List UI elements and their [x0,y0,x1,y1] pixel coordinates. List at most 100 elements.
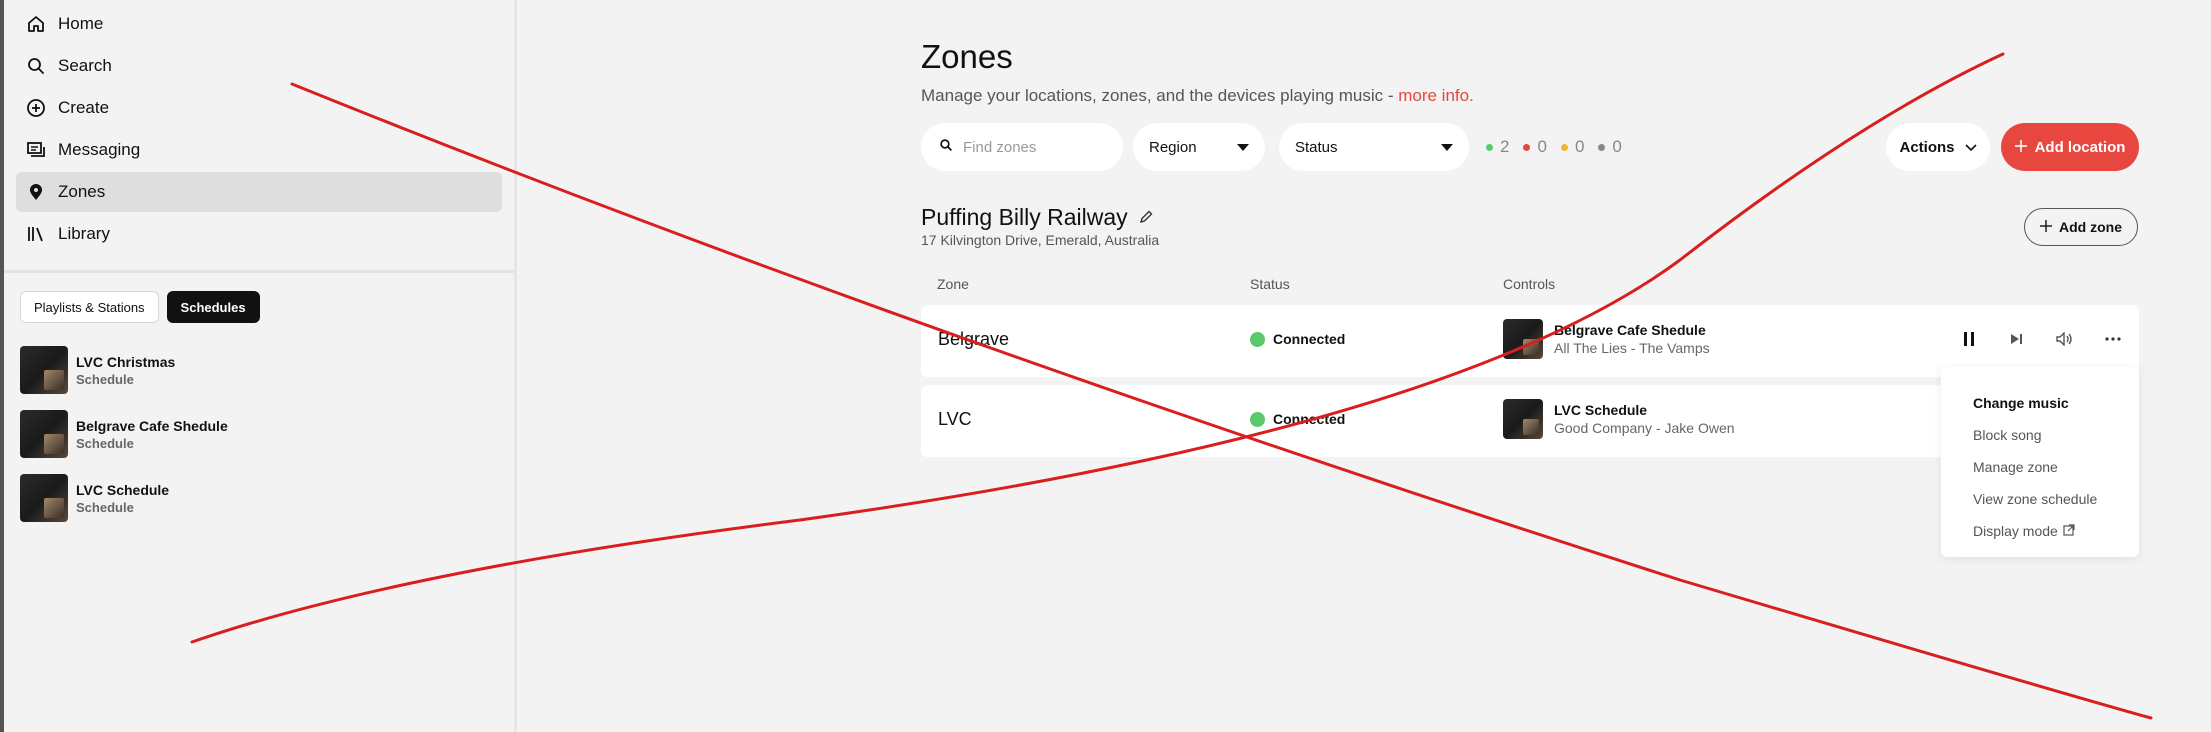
nav-label: Zones [58,182,106,201]
location-name: Puffing Billy Railway [921,204,1128,230]
schedule-thumbnail [20,346,68,394]
library-item-subtitle: Schedule [76,371,134,387]
search-box[interactable] [921,123,1123,171]
nav-label: Search [58,56,112,75]
menu-item-block-song[interactable]: Block song [1941,419,2139,451]
count-value: 0 [1574,137,1585,156]
column-header-status: Status [1250,276,1290,292]
main-nav: Home Search Create Messaging Zones Libra… [4,0,514,254]
now-playing-thumbnail [1503,319,1543,359]
now-playing-title: Belgrave Cafe Shedule [1554,322,1706,338]
yellow-dot-icon [1560,143,1568,151]
column-header-controls: Controls [1503,276,1556,292]
library-icon [25,223,47,245]
column-header-zone: Zone [937,276,969,292]
now-playing-thumbnail [1503,399,1543,439]
schedule-thumbnail [20,474,68,522]
count-offline: 0 [1523,137,1547,157]
sidebar: Home Search Create Messaging Zones Libra… [0,0,517,732]
add-zone-label: Add zone [2059,219,2122,235]
menu-item-manage-zone[interactable]: Manage zone [1941,451,2139,483]
more-info-link[interactable]: more info. [1398,86,1474,105]
nav-item-zones[interactable]: Zones [16,172,502,212]
zone-name: LVC [938,409,972,429]
count-value: 0 [1537,137,1547,156]
zone-status-label: Connected [1273,331,1346,347]
nav-item-library[interactable]: Library [16,214,502,254]
library-item-title: LVC Schedule [76,481,170,498]
region-select-label: Region [1149,138,1197,156]
messaging-icon [25,139,47,161]
count-inactive: 0 [1598,137,1622,157]
zone-status: Connected [1250,331,1345,347]
zone-options-menu: Change music Block song Manage zone View… [1941,367,2139,557]
library-item-title: Belgrave Cafe Shedule [76,417,228,434]
count-warning: 0 [1560,137,1585,157]
connected-dot-icon [1250,411,1265,427]
add-location-button[interactable]: Add location [2001,123,2139,171]
home-icon [25,13,47,35]
menu-item-display-mode[interactable]: Display mode [1941,515,2139,547]
pause-icon[interactable] [1960,329,1978,349]
count-connected: 2 [1486,137,1509,157]
location-pin-icon [25,181,47,203]
external-link-icon [2063,523,2075,539]
count-value: 2 [1500,137,1510,156]
library-item[interactable]: LVC Christmas Schedule [20,338,514,402]
add-location-label: Add location [2034,138,2126,156]
menu-item-change-music[interactable]: Change music [1941,387,2139,419]
library-item-subtitle: Schedule [76,435,134,451]
status-select[interactable]: Status [1279,123,1469,171]
actions-button[interactable]: Actions [1886,123,1990,171]
chevron-down-icon [1441,143,1453,151]
library-item-title: LVC Christmas [76,353,176,370]
plus-icon [2014,139,2027,156]
location-address: 17 Kilvington Drive, Emerald, Australia [921,232,1160,248]
menu-item-view-zone-schedule[interactable]: View zone schedule [1941,483,2139,515]
connected-dot-icon [1250,331,1265,347]
library-item[interactable]: LVC Schedule Schedule [20,466,514,530]
nav-item-search[interactable]: Search [16,46,502,86]
zone-status-label: Connected [1273,411,1346,427]
nav-label: Library [58,224,110,243]
chevron-down-icon [1964,139,1977,156]
now-playing-title: LVC Schedule [1554,402,1648,418]
chip-playlists-stations[interactable]: Playlists & Stations [20,291,159,323]
nav-item-messaging[interactable]: Messaging [16,130,502,170]
page-title: Zones [921,38,1013,75]
library-list: LVC Christmas Schedule Belgrave Cafe She… [4,323,514,530]
nav-item-home[interactable]: Home [16,4,502,44]
status-select-label: Status [1295,138,1338,156]
schedule-thumbnail [20,410,68,458]
filter-toolbar: Region Status 2 0 0 0 Actions Add locati… [921,123,2139,173]
now-playing-track: Good Company - Jake Owen [1554,420,1735,436]
chip-schedules[interactable]: Schedules [166,291,260,323]
status-counts: 2 0 0 0 [1486,137,1622,157]
region-select[interactable]: Region [1133,123,1265,171]
actions-label: Actions [1899,138,1955,156]
volume-icon[interactable] [2056,329,2074,349]
nav-label: Home [58,14,104,33]
red-dot-icon [1523,143,1531,151]
nav-label: Messaging [58,140,141,159]
now-playing[interactable]: LVC Schedule Good Company - Jake Owen [1503,399,1735,439]
zone-status: Connected [1250,411,1345,427]
skip-next-icon[interactable] [2008,329,2026,349]
add-zone-button[interactable]: Add zone [2024,208,2138,246]
location-title: Puffing Billy Railway [921,204,1154,231]
page-subtitle: Manage your locations, zones, and the de… [921,86,1474,106]
library-item[interactable]: Belgrave Cafe Shedule Schedule [20,402,514,466]
green-dot-icon [1486,143,1493,151]
pencil-icon[interactable] [1138,204,1154,231]
more-options-icon[interactable] [2104,329,2122,349]
library-filter-chips: Playlists & Stations Schedules [4,273,514,323]
gray-dot-icon [1598,143,1606,151]
search-input[interactable] [963,138,1113,156]
zone-name: Belgrave [938,329,1010,349]
nav-item-create[interactable]: Create [16,88,502,128]
search-icon [939,138,953,157]
plus-circle-icon [25,97,47,119]
playback-controls [1960,329,2122,349]
nav-label: Create [58,98,110,117]
now-playing[interactable]: Belgrave Cafe Shedule All The Lies - The… [1503,319,1710,359]
